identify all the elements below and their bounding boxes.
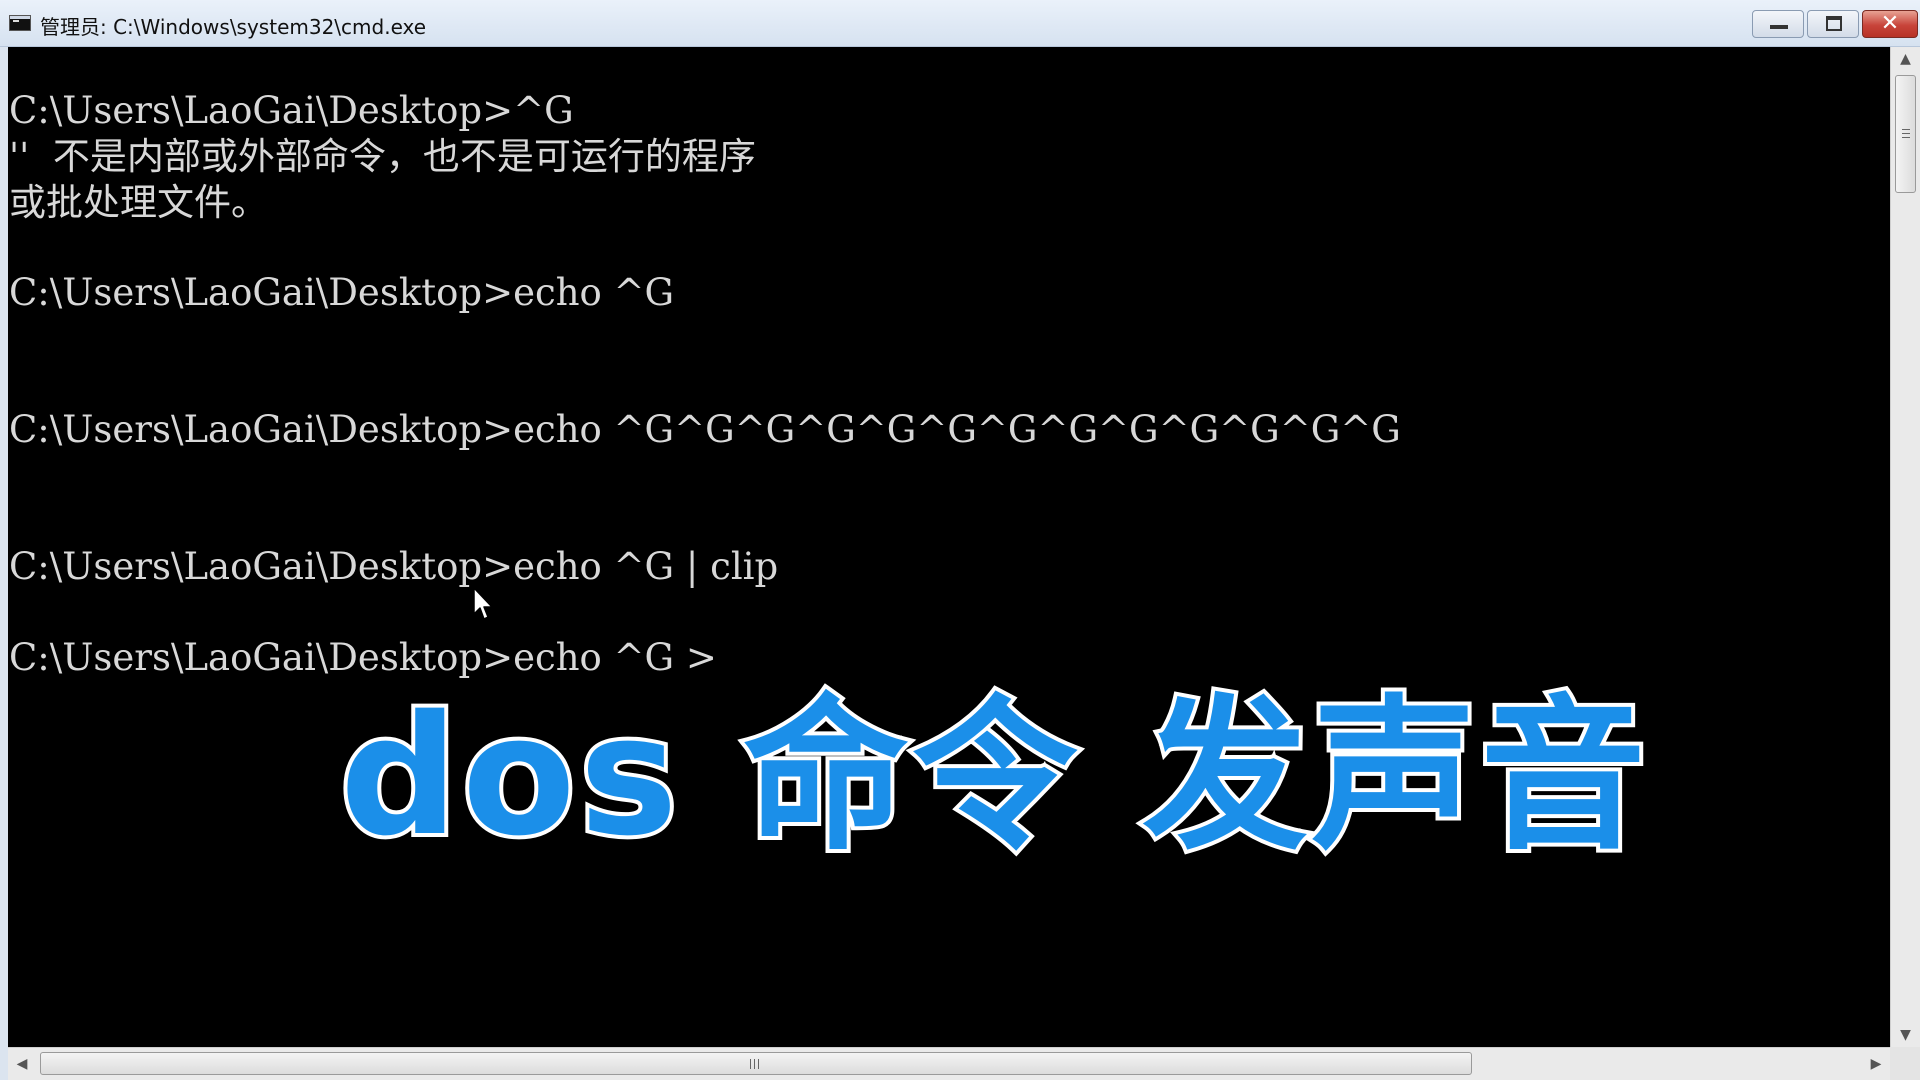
scroll-down-arrow-icon[interactable]: ▼ — [1891, 1023, 1920, 1047]
scroll-left-arrow-icon[interactable]: ◀ — [8, 1048, 36, 1080]
cmd-icon[interactable] — [9, 15, 31, 31]
scroll-up-arrow-icon[interactable]: ▲ — [1891, 47, 1920, 71]
close-icon: ✕ — [1880, 11, 1900, 36]
grip-line — [758, 1059, 759, 1069]
console-line: C:\Users\LaoGai\Desktop>echo ^G > — [9, 636, 717, 679]
grip-line — [1902, 129, 1910, 130]
maximize-button[interactable] — [1807, 10, 1859, 38]
mouse-cursor-icon — [473, 587, 493, 620]
close-button[interactable]: ✕ — [1862, 10, 1918, 38]
grip-line — [750, 1059, 751, 1069]
console-output[interactable]: C:\Users\LaoGai\Desktop>^G '' 不是内部或外部命令，… — [8, 47, 1890, 1047]
cmd-window: 管理员: C:\Windows\system32\cmd.exe ✕ C:\Us… — [0, 0, 1920, 1080]
video-caption-overlay: dos 命令 发声音 — [336, 680, 1650, 872]
console-line: '' 不是内部或外部命令，也不是可运行的程序 — [9, 135, 756, 178]
minimize-icon — [1770, 25, 1788, 29]
maximize-icon — [1826, 16, 1842, 31]
resize-grip[interactable] — [1890, 1047, 1920, 1080]
horizontal-scroll-thumb[interactable] — [40, 1052, 1472, 1075]
console-line: C:\Users\LaoGai\Desktop>^G — [9, 89, 574, 132]
grip-line — [1902, 137, 1910, 138]
console-line: C:\Users\LaoGai\Desktop>echo ^G — [9, 271, 675, 314]
console-line: C:\Users\LaoGai\Desktop>echo ^G^G^G^G^G^… — [9, 408, 1401, 451]
horizontal-scrollbar[interactable]: ◀ ▶ — [8, 1047, 1890, 1080]
vertical-scroll-thumb[interactable] — [1895, 75, 1916, 193]
scroll-right-arrow-icon[interactable]: ▶ — [1862, 1048, 1890, 1080]
console-line: C:\Users\LaoGai\Desktop>echo ^G | clip — [9, 545, 779, 588]
title-bar[interactable]: 管理员: C:\Windows\system32\cmd.exe ✕ — [0, 0, 1920, 47]
window-title: 管理员: C:\Windows\system32\cmd.exe — [40, 15, 427, 39]
minimize-button[interactable] — [1752, 10, 1804, 38]
vertical-scrollbar[interactable]: ▲ ▼ — [1890, 47, 1920, 1047]
grip-line — [754, 1059, 755, 1069]
console-line: 或批处理文件。 — [9, 181, 268, 224]
grip-line — [1902, 133, 1910, 134]
